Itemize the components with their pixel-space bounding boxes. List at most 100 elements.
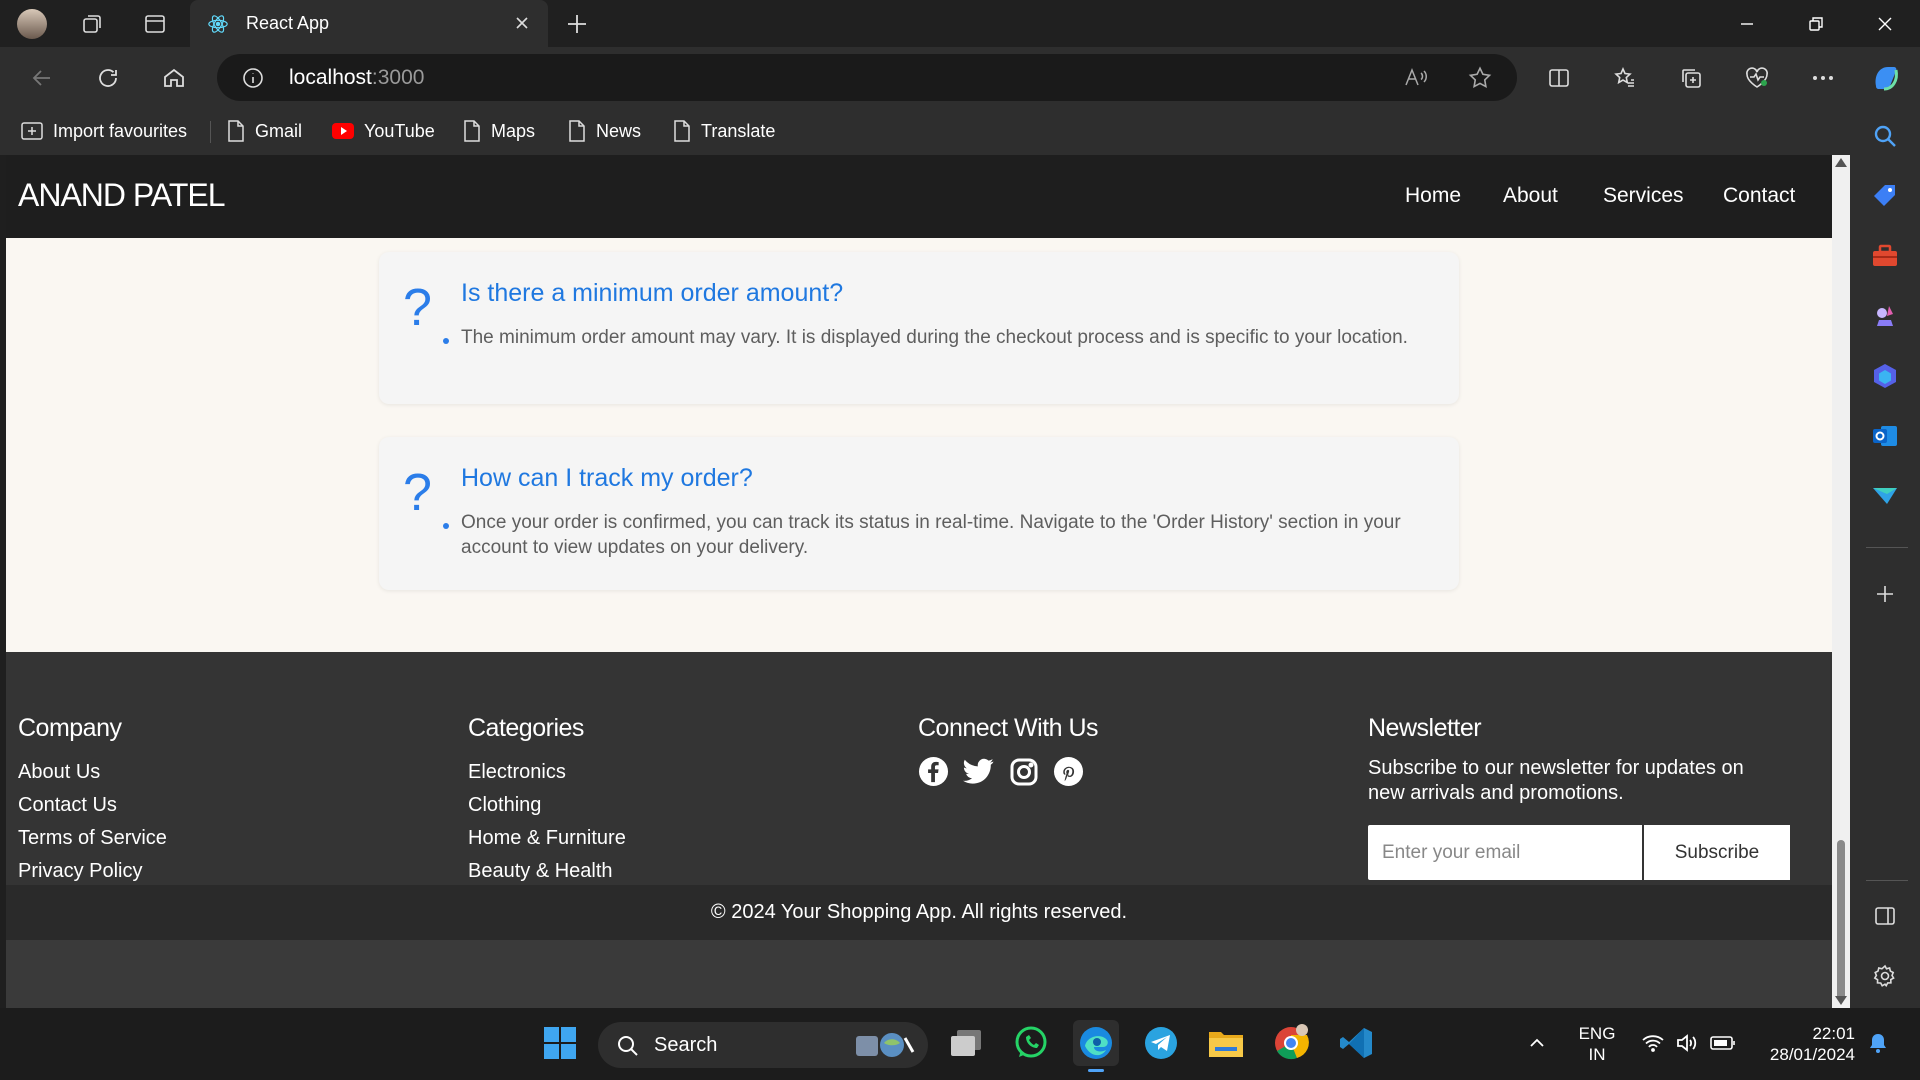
bookmark-translate[interactable]: Translate bbox=[672, 115, 775, 147]
start-windows-icon[interactable] bbox=[537, 1020, 583, 1066]
notification-bell-icon[interactable] bbox=[1861, 1020, 1895, 1066]
copilot-sidebar-icon[interactable] bbox=[1866, 357, 1904, 395]
instagram-icon[interactable] bbox=[1008, 756, 1039, 787]
copyright-bar: © 2024 Your Shopping App. All rights res… bbox=[6, 885, 1832, 940]
bookmark-news[interactable]: News bbox=[567, 115, 641, 147]
bullet-dot bbox=[443, 523, 449, 529]
nav-link-about[interactable]: About bbox=[1503, 184, 1558, 208]
footer-heading: Connect With Us bbox=[918, 714, 1099, 742]
bookmark-gmail[interactable]: Gmail bbox=[226, 115, 302, 147]
split-screen-icon[interactable] bbox=[1541, 60, 1577, 96]
page-viewport: ? Is there a minimum order amount? The m… bbox=[6, 155, 1832, 1008]
bookmark-youtube[interactable]: YouTube bbox=[331, 115, 435, 147]
shopping-tag-icon[interactable] bbox=[1866, 177, 1904, 215]
send-icon[interactable] bbox=[1866, 477, 1904, 515]
footer-link-privacy[interactable]: Privacy Policy bbox=[18, 855, 167, 888]
wifi-icon[interactable] bbox=[1636, 1020, 1670, 1066]
bookmark-maps[interactable]: Maps bbox=[462, 115, 535, 147]
footer-link-home-furniture[interactable]: Home & Furniture bbox=[468, 822, 626, 855]
url-text[interactable]: localhost:3000 bbox=[289, 66, 424, 90]
nav-link-services[interactable]: Services bbox=[1603, 184, 1684, 208]
vscode-icon[interactable] bbox=[1333, 1020, 1379, 1066]
page-icon bbox=[464, 120, 480, 142]
site-brand[interactable]: ANAND PATEL bbox=[18, 177, 226, 214]
edge-taskbar-icon[interactable] bbox=[1073, 1020, 1119, 1072]
bookmark-label: News bbox=[596, 120, 642, 141]
pinterest-icon[interactable] bbox=[1053, 756, 1084, 787]
bookmark-label: Gmail bbox=[255, 120, 303, 141]
clock[interactable]: 22:01 28/01/2024 bbox=[1755, 1023, 1855, 1065]
file-explorer-icon[interactable] bbox=[1203, 1020, 1249, 1066]
newsletter-description: Subscribe to our newsletter for updates … bbox=[1368, 757, 1744, 804]
bookmark-import-favourites[interactable]: Import favourites bbox=[20, 115, 187, 147]
workspaces-icon[interactable] bbox=[77, 9, 107, 39]
tab-react-app[interactable]: React App bbox=[190, 0, 548, 47]
bookmark-separator bbox=[210, 121, 211, 143]
back-icon[interactable] bbox=[24, 60, 60, 96]
show-hidden-icons-icon[interactable] bbox=[1517, 1020, 1557, 1066]
footer-link-electronics[interactable]: Electronics bbox=[468, 756, 626, 789]
restore-icon[interactable] bbox=[1796, 4, 1836, 44]
scroll-up-arrow[interactable] bbox=[1835, 158, 1847, 167]
facebook-icon[interactable] bbox=[918, 756, 949, 787]
footer-link-contact-us[interactable]: Contact Us bbox=[18, 789, 167, 822]
hide-sidebar-icon[interactable] bbox=[1866, 897, 1904, 935]
scroll-thumb[interactable] bbox=[1837, 840, 1845, 1000]
faq-answer: Once your order is confirmed, you can tr… bbox=[461, 512, 1401, 558]
footer-link-clothing[interactable]: Clothing bbox=[468, 789, 626, 822]
footer-company-column: Company About Us Contact Us Terms of Ser… bbox=[18, 714, 167, 888]
footer-heading: Newsletter bbox=[1368, 714, 1482, 742]
footer-link-beauty-health[interactable]: Beauty & Health bbox=[468, 855, 626, 888]
browser-essentials-icon[interactable] bbox=[1739, 60, 1775, 96]
games-icon[interactable] bbox=[1866, 297, 1904, 335]
settings-gear-icon[interactable] bbox=[1866, 957, 1904, 995]
profile-avatar[interactable] bbox=[17, 9, 47, 39]
volume-icon[interactable] bbox=[1670, 1020, 1704, 1066]
new-tab-icon[interactable] bbox=[562, 9, 592, 39]
search-icon[interactable] bbox=[1866, 117, 1904, 155]
read-aloud-icon[interactable] bbox=[1403, 65, 1429, 96]
question-mark-icon: ? bbox=[403, 464, 432, 522]
faq-answer: The minimum order amount may vary. It is… bbox=[461, 327, 1408, 348]
refresh-icon[interactable] bbox=[90, 60, 126, 96]
favorites-icon[interactable] bbox=[1607, 60, 1643, 96]
collections-icon[interactable] bbox=[1673, 60, 1709, 96]
minimize-icon[interactable] bbox=[1727, 4, 1767, 44]
address-bar[interactable]: localhost:3000 bbox=[217, 54, 1517, 101]
url-host: localhost bbox=[289, 66, 372, 89]
task-view-icon[interactable] bbox=[943, 1020, 989, 1066]
outlook-icon[interactable] bbox=[1866, 417, 1904, 455]
nav-link-contact[interactable]: Contact bbox=[1723, 184, 1795, 208]
chrome-icon[interactable] bbox=[1268, 1020, 1314, 1066]
battery-icon[interactable] bbox=[1706, 1020, 1740, 1066]
twitter-icon[interactable] bbox=[963, 756, 994, 787]
whatsapp-icon[interactable] bbox=[1008, 1020, 1054, 1066]
close-window-icon[interactable] bbox=[1865, 4, 1905, 44]
favorite-star-icon[interactable] bbox=[1467, 65, 1493, 96]
newsletter-email-input[interactable] bbox=[1368, 825, 1642, 880]
browser-toolbar: localhost:3000 bbox=[0, 47, 1920, 107]
bookmark-label: YouTube bbox=[364, 120, 435, 141]
tab-close-icon[interactable] bbox=[508, 9, 536, 37]
scroll-down-arrow[interactable] bbox=[1835, 996, 1847, 1005]
home-icon[interactable] bbox=[156, 60, 192, 96]
telegram-icon[interactable] bbox=[1138, 1020, 1184, 1066]
faq-card: ? Is there a minimum order amount? The m… bbox=[379, 252, 1459, 404]
url-port: :3000 bbox=[371, 66, 425, 89]
footer-link-terms[interactable]: Terms of Service bbox=[18, 822, 167, 855]
language-indicator[interactable]: ENG IN bbox=[1572, 1023, 1622, 1065]
vertical-tabs-icon[interactable] bbox=[140, 9, 170, 39]
site-info-icon[interactable] bbox=[241, 66, 265, 90]
tools-icon[interactable] bbox=[1866, 237, 1904, 275]
footer-link-about-us[interactable]: About Us bbox=[18, 756, 167, 789]
add-sidebar-app-icon[interactable] bbox=[1866, 575, 1904, 613]
browser-tab-bar: React App bbox=[0, 0, 1920, 47]
subscribe-button[interactable]: Subscribe bbox=[1644, 825, 1790, 880]
nav-link-home[interactable]: Home bbox=[1405, 184, 1461, 208]
page-scrollbar[interactable] bbox=[1832, 155, 1850, 1008]
taskbar-search-box[interactable]: Search bbox=[598, 1022, 928, 1068]
more-options-icon[interactable] bbox=[1805, 60, 1841, 96]
copilot-icon[interactable] bbox=[1868, 60, 1904, 96]
newsletter-form: Subscribe bbox=[1368, 825, 1790, 880]
copyright-text: © 2024 Your Shopping App. All rights res… bbox=[710, 901, 1128, 923]
